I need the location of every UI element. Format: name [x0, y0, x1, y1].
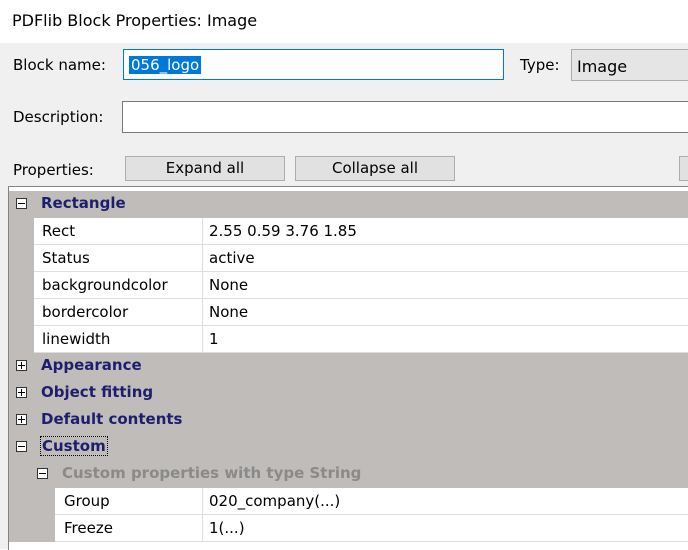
category-object-fitting[interactable]: Object fitting: [9, 380, 688, 407]
expand-icon[interactable]: [16, 360, 27, 371]
property-name-cell: Status: [34, 245, 203, 271]
property-name: Rect: [42, 222, 76, 240]
property-name-cell: backgroundcolor: [34, 272, 203, 298]
property-row[interactable]: Group 020_company(...): [9, 488, 688, 515]
collapse-icon[interactable]: [37, 468, 48, 479]
row-gutter: [9, 326, 34, 353]
category-label: Rectangle: [41, 194, 126, 212]
category-label: Appearance: [41, 356, 142, 374]
window-title: PDFlib Block Properties: Image: [12, 11, 258, 30]
type-select[interactable]: Image: [571, 49, 688, 81]
property-value[interactable]: 020_company(...): [209, 492, 340, 510]
property-value[interactable]: 1(...): [209, 519, 245, 537]
property-value[interactable]: 2.55 0.59 3.76 1.85: [209, 222, 357, 240]
expand-all-button[interactable]: Expand all: [125, 156, 285, 181]
block-name-input[interactable]: 056_logo: [123, 49, 504, 80]
title-bar: PDFlib Block Properties: Image: [0, 0, 688, 43]
extra-button[interactable]: [679, 156, 688, 181]
category-custom[interactable]: Custom: [9, 434, 688, 461]
property-name-cell: Rect: [34, 218, 203, 244]
property-name: backgroundcolor: [42, 276, 168, 294]
property-value[interactable]: active: [209, 249, 255, 267]
expand-icon[interactable]: [16, 414, 27, 425]
collapse-icon[interactable]: [16, 198, 27, 209]
category-label: Custom: [40, 436, 108, 456]
property-name: Group: [64, 492, 110, 510]
category-rectangle[interactable]: Rectangle: [9, 191, 688, 218]
property-name: bordercolor: [42, 303, 129, 321]
collapse-all-button[interactable]: Collapse all: [295, 156, 455, 181]
property-grid: Rectangle Rect 2.55 0.59 3.76 1.85 Statu…: [8, 186, 688, 550]
subcategory-custom-string[interactable]: Custom properties with type String: [9, 461, 688, 488]
block-name-label: Block name:: [13, 56, 106, 74]
row-gutter: [9, 515, 55, 542]
property-row[interactable]: backgroundcolor None: [9, 272, 688, 299]
properties-label: Properties:: [13, 161, 94, 179]
property-name: Status: [42, 249, 90, 267]
row-gutter: [9, 218, 34, 245]
property-name-cell: bordercolor: [34, 299, 203, 325]
property-row[interactable]: linewidth 1: [9, 326, 688, 353]
property-row[interactable]: Freeze 1(...): [9, 515, 688, 542]
collapse-icon[interactable]: [16, 441, 27, 452]
property-name-cell: linewidth: [34, 326, 203, 352]
property-name-cell: Group: [55, 488, 203, 514]
row-gutter: [9, 272, 34, 299]
property-name: Freeze: [64, 519, 113, 537]
property-row[interactable]: Status active: [9, 245, 688, 272]
type-label: Type:: [520, 56, 560, 74]
property-name-cell: Freeze: [55, 515, 203, 541]
property-name: linewidth: [42, 330, 111, 348]
category-label: Default contents: [41, 410, 183, 428]
description-label: Description:: [13, 108, 104, 126]
category-appearance[interactable]: Appearance: [9, 353, 688, 380]
block-name-value: 056_logo: [129, 56, 202, 74]
category-default-contents[interactable]: Default contents: [9, 407, 688, 434]
property-row[interactable]: bordercolor None: [9, 299, 688, 326]
row-gutter: [9, 299, 34, 326]
row-gutter: [9, 245, 34, 272]
description-input[interactable]: [122, 101, 688, 133]
category-label: Object fitting: [41, 383, 154, 401]
subcategory-label: Custom properties with type String: [62, 464, 362, 482]
property-value[interactable]: None: [209, 303, 248, 321]
property-value[interactable]: 1: [209, 330, 219, 348]
expand-icon[interactable]: [16, 387, 27, 398]
row-gutter: [9, 488, 55, 515]
type-value: Image: [577, 57, 628, 76]
property-value[interactable]: None: [209, 276, 248, 294]
property-row[interactable]: Rect 2.55 0.59 3.76 1.85: [9, 218, 688, 245]
